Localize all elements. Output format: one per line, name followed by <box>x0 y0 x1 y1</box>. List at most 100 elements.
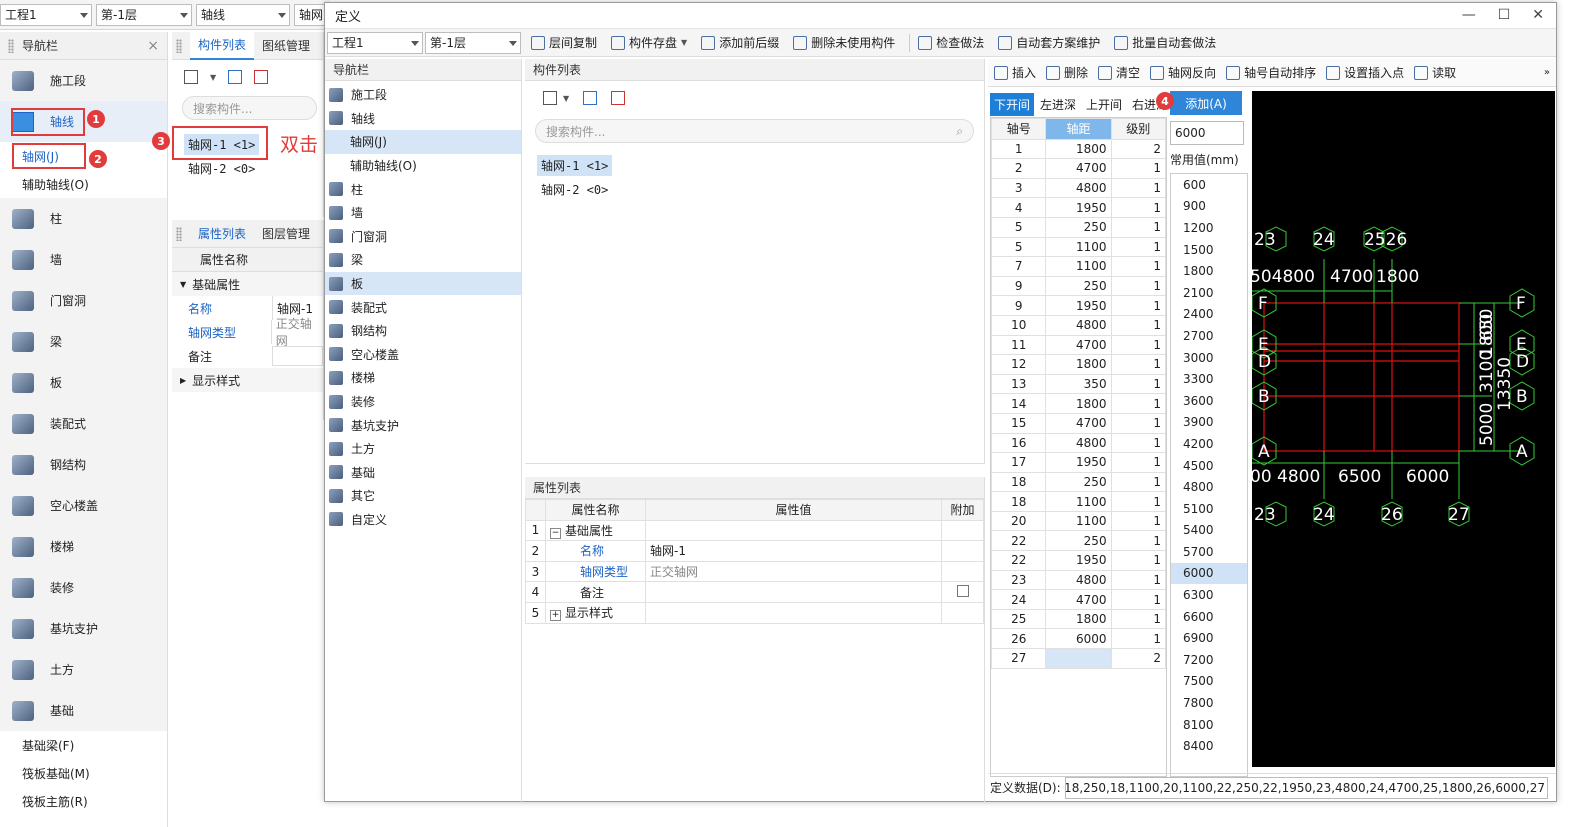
extra-checkbox[interactable] <box>956 584 969 597</box>
sidebar-subitem-foundation-2[interactable]: 筏板主筋(R) <box>0 787 167 815</box>
table-row[interactable]: 13 350 1 <box>991 373 1166 395</box>
common-value-item[interactable]: 6900 <box>1171 627 1247 649</box>
axis-toolbar-button-2[interactable]: 清空 <box>1098 64 1140 81</box>
sidebar-item-13[interactable]: 土方 <box>0 649 167 690</box>
common-value-item[interactable]: 2400 <box>1171 304 1247 326</box>
common-value-item[interactable]: 5400 <box>1171 520 1247 542</box>
common-value-item[interactable]: 6600 <box>1171 606 1247 628</box>
common-value-item[interactable]: 4200 <box>1171 433 1247 455</box>
common-value-item[interactable]: 2700 <box>1171 325 1247 347</box>
table-row[interactable]: 27 2 <box>991 648 1166 669</box>
toolbar-button-1[interactable]: 构件存盘 ▼ <box>611 34 687 51</box>
table-row[interactable]: 1 1800 2 <box>991 138 1166 160</box>
sidebar-subitem-axis-1[interactable]: 辅助轴线(O) <box>0 170 167 198</box>
axis-toolbar-button-5[interactable]: 设置插入点 <box>1326 64 1404 81</box>
property-row[interactable]: 1− 基础属性 <box>525 519 984 542</box>
more-icon[interactable]: » <box>1544 67 1550 78</box>
table-row[interactable]: 17 1950 1 <box>991 452 1166 473</box>
component-item[interactable]: 轴网-2 <0> <box>537 179 612 200</box>
common-value-item[interactable]: 6300 <box>1171 584 1247 606</box>
common-value-item[interactable]: 6000 <box>1171 562 1247 585</box>
grip-icon[interactable] <box>176 226 182 241</box>
table-row[interactable]: 5 1100 1 <box>991 236 1166 258</box>
table-row[interactable]: 18 1100 1 <box>991 491 1166 512</box>
new-component-icon[interactable] <box>184 70 198 84</box>
table-row[interactable]: 22 1950 1 <box>991 550 1166 571</box>
sidebar-item-2[interactable]: 柱 <box>0 198 167 239</box>
dialog-nav-item-4[interactable]: 柱 <box>325 177 521 201</box>
axis-grid-preview[interactable]: 23 24 2526 504800 4700 1800 00 4800 6500… <box>1252 91 1555 767</box>
sidebar-item-9[interactable]: 空心楼盖 <box>0 485 167 526</box>
common-value-item[interactable]: 1500 <box>1171 239 1247 261</box>
dialog-nav-item-5[interactable]: 墙 <box>325 201 521 225</box>
toolbar-button-2[interactable]: 添加前后缀 <box>701 34 779 51</box>
sidebar-item-0[interactable]: 施工段 <box>0 60 167 101</box>
table-row[interactable]: 26 6000 1 <box>991 628 1166 650</box>
dialog-nav-item-16[interactable]: 基础 <box>325 461 521 485</box>
axis-toolbar-button-1[interactable]: 删除 <box>1046 64 1088 81</box>
common-value-item[interactable]: 7500 <box>1171 671 1247 693</box>
copy-icon[interactable] <box>583 91 598 105</box>
common-value-item[interactable]: 3000 <box>1171 347 1247 369</box>
sidebar-item-3[interactable]: 墙 <box>0 239 167 280</box>
note-input[interactable] <box>272 346 323 366</box>
table-row[interactable]: 5 250 1 <box>991 216 1166 238</box>
sidebar-subitem-foundation-0[interactable]: 基础梁(F) <box>0 731 167 759</box>
dialog-nav-item-8[interactable]: 板 <box>325 271 521 296</box>
delete-icon[interactable] <box>611 91 626 105</box>
grip-icon[interactable] <box>8 38 14 53</box>
toolbar-button-3[interactable]: 删除未使用构件 <box>793 34 895 51</box>
minimize-icon[interactable]: — <box>1462 7 1476 23</box>
dialog-nav-item-13[interactable]: 装修 <box>325 390 521 414</box>
maximize-icon[interactable]: ☐ <box>1498 7 1511 23</box>
common-value-item[interactable]: 3300 <box>1171 368 1247 390</box>
common-value-item[interactable]: 2100 <box>1171 282 1247 304</box>
dialog-nav-item-3[interactable]: 辅助轴线(O) <box>325 154 521 178</box>
chevron-down-icon[interactable]: ▼ <box>563 94 569 103</box>
add-button[interactable]: 添加(A) <box>1170 91 1242 115</box>
bg-search-input[interactable]: 搜索构件... <box>182 96 317 120</box>
common-value-item[interactable]: 7200 <box>1171 649 1247 671</box>
tab-component-list[interactable]: 构件列表 <box>190 31 255 60</box>
property-row[interactable]: 4 备注 <box>525 581 984 603</box>
dialog-nav-item-12[interactable]: 楼梯 <box>325 366 521 390</box>
sidebar-item-14[interactable]: 基础 <box>0 690 167 731</box>
dialog-nav-item-2[interactable]: 轴网(J) <box>325 130 521 154</box>
tab-1[interactable]: 左进深 <box>1036 93 1080 116</box>
common-value-item[interactable]: 5100 <box>1171 498 1247 520</box>
spacing-value-input[interactable]: 6000 <box>1170 121 1244 145</box>
table-row[interactable]: 2 4700 1 <box>991 158 1166 179</box>
sidebar-subitem-foundation-1[interactable]: 筏板基础(M) <box>0 759 167 787</box>
grip-icon[interactable] <box>176 38 182 53</box>
dialog-nav-item-17[interactable]: 其它 <box>325 484 521 508</box>
common-value-item[interactable]: 8100 <box>1171 714 1247 736</box>
toolbar-button-6[interactable]: 批量自动套做法 <box>1114 34 1216 51</box>
category-select[interactable]: 轴线 <box>196 3 290 26</box>
tab-2[interactable]: 上开间 <box>1082 93 1126 116</box>
table-row[interactable]: 24 4700 1 <box>991 589 1166 610</box>
table-row[interactable]: 7 1100 1 <box>991 256 1166 277</box>
common-value-item[interactable]: 7800 <box>1171 692 1247 714</box>
tab-0[interactable]: 下开间 <box>990 93 1035 116</box>
table-row[interactable]: 10 4800 1 <box>991 314 1166 336</box>
table-row[interactable]: 22 250 1 <box>991 530 1166 552</box>
sidebar-item-8[interactable]: 钢结构 <box>0 444 167 485</box>
table-row[interactable]: 11 4700 1 <box>991 334 1166 356</box>
sidebar-item-11[interactable]: 装修 <box>0 567 167 608</box>
toolbar-button-4[interactable]: 检查做法 <box>918 34 984 51</box>
table-row[interactable]: 9 250 1 <box>991 275 1166 297</box>
chevron-down-icon[interactable]: ▼ <box>210 73 216 82</box>
dialog-nav-item-6[interactable]: 门窗洞 <box>325 225 521 249</box>
property-row[interactable]: 5 + 显示样式 <box>525 601 984 624</box>
sidebar-item-12[interactable]: 基坑支护 <box>0 608 167 649</box>
dialog-nav-item-11[interactable]: 空心楼盖 <box>325 343 521 367</box>
table-row[interactable]: 4 1950 1 <box>991 197 1166 218</box>
close-icon[interactable]: ✕ <box>1532 7 1544 23</box>
common-value-item[interactable]: 1200 <box>1171 217 1247 239</box>
dialog-nav-item-10[interactable]: 钢结构 <box>325 319 521 343</box>
project-select[interactable]: 工程1 <box>0 3 92 26</box>
table-row[interactable]: 3 4800 1 <box>991 177 1166 199</box>
common-value-item[interactable]: 900 <box>1171 196 1247 218</box>
table-row[interactable]: 12 1800 1 <box>991 354 1166 375</box>
table-row[interactable]: 20 1100 1 <box>991 510 1166 532</box>
